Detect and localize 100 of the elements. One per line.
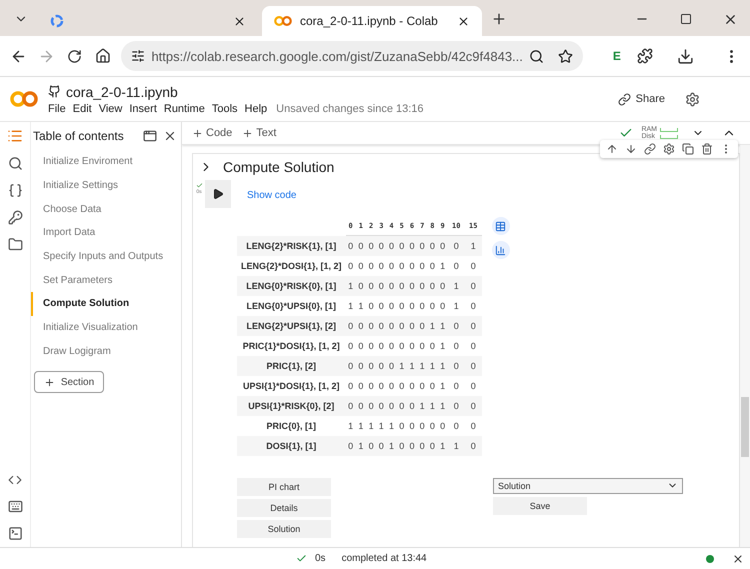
share-button[interactable]: Share xyxy=(618,92,665,106)
browser-tab[interactable]: cora_2-0-11.ipynb - Colab xyxy=(262,6,482,36)
move-down-icon[interactable] xyxy=(625,143,637,155)
table-cell: 0 xyxy=(464,396,482,416)
menu-item[interactable]: File xyxy=(48,102,66,114)
table-cell: 0 xyxy=(396,396,407,416)
menu-item[interactable]: View xyxy=(98,102,122,114)
notebook-title[interactable]: cora_2-0-11.ipynb xyxy=(66,84,178,100)
table-cell: 0 xyxy=(464,276,482,296)
menu-item[interactable]: Help xyxy=(244,102,268,114)
table-cell: 1 xyxy=(464,236,482,256)
extension-icon[interactable]: E xyxy=(612,49,621,63)
table-cell: 1 xyxy=(376,416,386,436)
widget-button[interactable]: Solution xyxy=(237,520,331,538)
table-cell: 0 xyxy=(356,316,366,336)
row-label: PRIC{1}, [2] xyxy=(237,356,346,376)
move-up-icon[interactable] xyxy=(606,143,618,155)
site-settings-icon[interactable] xyxy=(131,49,146,63)
toc-item[interactable]: Compute Solution xyxy=(31,292,181,316)
table-cell: 0 xyxy=(376,276,386,296)
menu-item[interactable]: Tools xyxy=(212,102,238,114)
table-cell: 0 xyxy=(396,296,407,316)
menu-item[interactable]: Runtime xyxy=(164,102,205,114)
menu-item[interactable]: Insert xyxy=(129,102,157,114)
scrollbar-thumb[interactable] xyxy=(741,397,749,457)
toc-item[interactable]: Initialize Settings xyxy=(31,174,181,198)
settings-icon[interactable] xyxy=(663,143,675,155)
table-cell: 1 xyxy=(346,276,356,296)
table-cell: 0 xyxy=(417,376,428,396)
row-label: DOSI{1}, [1] xyxy=(237,436,346,456)
table-cell: 1 xyxy=(448,296,465,316)
address-bar[interactable]: https://colab.research.google.com/gist/ZuzanaSebb/42c9f4843... xyxy=(121,41,583,71)
table-cell: 0 xyxy=(427,276,438,296)
toc-item[interactable]: Choose Data xyxy=(31,197,181,222)
table-cell: 0 xyxy=(396,316,407,336)
table-cell: 0 xyxy=(386,376,397,396)
table-cell: 1 xyxy=(438,376,448,396)
close-icon[interactable] xyxy=(732,552,744,564)
copy-icon[interactable] xyxy=(682,143,694,155)
settings-icon[interactable] xyxy=(685,92,700,106)
table-cell: 0 xyxy=(438,416,448,436)
toc-icon[interactable] xyxy=(7,128,23,144)
table-cell: 0 xyxy=(464,436,482,456)
toc-item[interactable]: Specify Inputs and Outputs xyxy=(31,244,181,268)
menu-item[interactable]: Edit xyxy=(72,102,92,114)
terminal-icon[interactable] xyxy=(8,526,22,541)
toc-item[interactable]: Set Parameters xyxy=(31,268,181,292)
table-cell: 0 xyxy=(448,356,465,376)
widget-button[interactable]: PI chart xyxy=(237,478,331,496)
table-cell: 0 xyxy=(448,336,465,356)
search-icon[interactable] xyxy=(528,48,544,64)
table-cell: 0 xyxy=(396,376,407,396)
star-icon[interactable] xyxy=(558,48,573,64)
row-label: UPSI{1}*DOSI{1}, [1, 2] xyxy=(237,376,346,396)
github-icon xyxy=(48,85,61,98)
link-icon[interactable] xyxy=(644,143,656,155)
table-cell: 0 xyxy=(386,356,397,376)
table-cell: 0 xyxy=(406,256,418,276)
table-icon[interactable] xyxy=(492,217,510,235)
table-cell: 0 xyxy=(406,276,418,296)
add-cell-button[interactable]: Text xyxy=(242,127,276,139)
delete-icon[interactable] xyxy=(701,143,713,155)
run-button[interactable] xyxy=(204,180,230,208)
table-cell: 0 xyxy=(464,336,482,356)
toc-item[interactable]: Initialize Enviroment xyxy=(31,150,181,174)
table-cell: 0 xyxy=(376,296,386,316)
close-icon[interactable] xyxy=(457,14,470,28)
search-icon[interactable] xyxy=(8,156,22,171)
table-cell: 0 xyxy=(366,436,376,456)
table-cell: 0 xyxy=(406,396,418,416)
add-section-button[interactable]: Section xyxy=(34,371,104,394)
variables-icon[interactable] xyxy=(8,183,22,198)
toc-item[interactable]: Initialize Visualization xyxy=(31,316,181,340)
row-label: LENG{2}*DOSI{1}, [1, 2] xyxy=(237,256,346,276)
solution-select[interactable]: Solution xyxy=(493,478,683,494)
table-cell: 0 xyxy=(376,376,386,396)
table-cell: 0 xyxy=(386,296,397,316)
row-label: PRIC{1}*DOSI{1}, [1, 2] xyxy=(237,336,346,356)
table-cell: 0 xyxy=(427,256,438,276)
toc-item[interactable]: Import Data xyxy=(31,221,181,245)
table-cell: 0 xyxy=(346,256,356,276)
colab-logo xyxy=(274,15,292,27)
close-icon[interactable] xyxy=(233,14,246,28)
key-icon[interactable] xyxy=(8,210,22,225)
window-icon[interactable] xyxy=(143,129,157,143)
widget-button[interactable]: Details xyxy=(237,498,331,516)
keyboard-icon[interactable] xyxy=(8,499,22,514)
close-icon[interactable] xyxy=(163,129,177,143)
table-cell: 0 xyxy=(386,336,397,356)
show-code-link[interactable]: Show code xyxy=(247,190,296,201)
code-icon[interactable] xyxy=(8,473,22,487)
toc-item[interactable]: Draw Logigram xyxy=(31,340,181,364)
save-button[interactable]: Save xyxy=(493,496,587,514)
table-cell: 1 xyxy=(448,276,465,296)
chart-icon[interactable] xyxy=(492,241,510,259)
table-cell: 0 xyxy=(406,316,418,336)
row-label: LENG{0}*RISK{0}, [1] xyxy=(237,276,346,296)
add-cell-button[interactable]: Code xyxy=(192,127,232,139)
folder-icon[interactable] xyxy=(8,237,22,252)
table-cell: 0 xyxy=(376,236,386,256)
